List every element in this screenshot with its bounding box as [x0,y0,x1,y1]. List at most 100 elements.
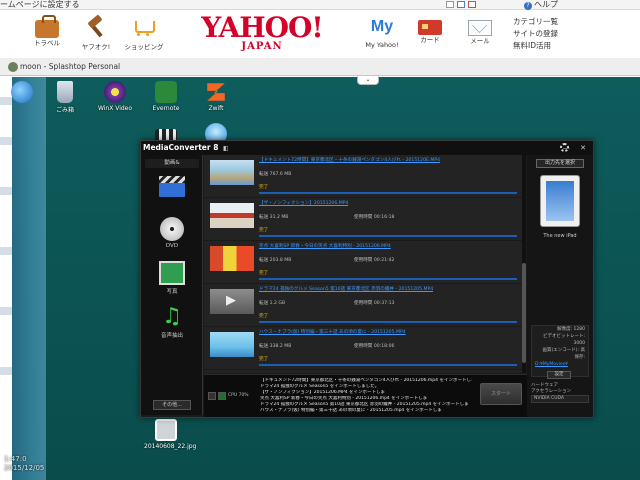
splashtop-titlebar: moon - Splashtop Personal ⌄ [0,58,640,85]
zwift-icon [207,83,225,101]
file-name-link[interactable]: 【ザ・ノンフィクション】20151206.MP4 [259,200,348,206]
category-list-link[interactable]: カテゴリ一覧 [513,16,558,28]
log-area: CPU 70% 【ドキュメント72時間】東京都北区・十条の銭湯ペンタゴン4人びれ… [204,374,527,417]
help-link[interactable]: ヘルプ [524,0,558,10]
service-shopping[interactable]: ショッピング [121,16,167,51]
mediaconverter-window: MediaConverter 8 ◧ — ✕ 動画& ビデオ DVD 写真 音声… [140,140,594,418]
mail-icon [468,20,492,36]
evernote-icon [155,81,177,103]
service-card[interactable]: カード [407,16,453,44]
progress-bar [259,321,517,323]
progress-bar [259,278,517,280]
nav-more-button[interactable]: その他... [153,400,191,410]
service-auction[interactable]: ヤフオク! [73,16,119,51]
settings-button[interactable]: 設定 [547,371,571,379]
nav-dvd[interactable]: DVD [145,217,199,257]
log-messages: 【ドキュメント72時間】東京都北区・十条の銭湯ペンタゴン4人びれ - 20151… [260,378,472,413]
desktop-icon-winx-video[interactable]: WinX Video [93,81,137,112]
log-controls: CPU 70% [208,391,252,403]
nav-photo[interactable]: 写真 [145,261,199,301]
progress-bar [259,364,517,366]
yahoo-side-links: カテゴリ一覧 サイトの登録 無料ID活用 [513,16,558,52]
video-thumbnail [210,289,254,314]
hardware-accel-label: ハードウェア アクセラレーション [531,383,572,394]
file-name-link[interactable]: 笑点 大喜利SP 新春・今日の笑点 大喜利特別 - 20151206.MP4 [259,243,391,249]
shopping-cart-icon [132,16,156,38]
file-name-link[interactable]: 【ドキュメント72時間】東京都北区・十条の銭湯ペンタゴン4人びれ - 20151… [259,157,440,163]
nav-audio[interactable]: 音声抽出 [145,305,199,345]
select-output-button[interactable]: 出力先を選択 [536,159,584,168]
video-thumbnail [210,160,254,185]
mediaconverter-title: MediaConverter 8 [143,143,219,152]
desktop-icon-zwift[interactable]: Zwift [194,81,238,112]
toolbar-toggle-button[interactable]: ⌄ [357,76,379,85]
desktop-icon-photo-file[interactable]: 20140608_22.jpg [144,419,196,450]
list-item[interactable]: ハウス・ナブラ(仮) 特別編・第三十話 あの頃の夏に - 20151205.MP… [204,327,522,370]
yahoo-japan-logo[interactable]: YAHOO! JAPAN [196,14,328,53]
service-travel[interactable]: トラベル [24,15,70,47]
scrollbar-handle[interactable] [522,263,526,363]
list-item[interactable]: 【ドキュメント72時間】東京都北区・十条の銭湯ペンタゴン4人びれ - 20151… [204,155,522,198]
site-register-link[interactable]: サイトの登録 [513,28,558,40]
dvd-disc-icon [160,217,184,241]
toolbar-mini-icons [446,1,476,8]
yahoo-header: トラベル ヤフオク! ショッピング YAHOO! JAPAN My My Yah… [0,10,640,58]
output-panel: 出力先を選択 The new iPad 解像度: 1280 ビデオビットレート:… [527,155,593,417]
desktop-icon-recycle-bin[interactable]: ごみ箱 [43,81,87,114]
gpu-select[interactable]: NVIDIA CUDA [531,395,589,403]
start-button[interactable] [0,81,44,105]
video-thumbnail [210,332,254,357]
my-yahoo-icon: My [370,18,394,35]
music-note-icon [159,305,185,329]
nav-header: 動画& [145,159,199,168]
output-settings: 解像度: 1280 ビデオビットレート: 3000 画質(エンコード): 高 保… [531,325,589,377]
free-id-link[interactable]: 無料ID活用 [513,40,558,52]
credit-card-icon [418,20,442,35]
winx-video-icon [104,81,126,103]
page-icon[interactable] [457,1,465,8]
mode-badge[interactable]: ◧ [223,142,229,156]
suitcase-icon [35,15,59,38]
status-done: 完了 [259,228,269,233]
download-icon[interactable] [218,392,226,400]
photo-file-icon [155,419,177,441]
blurred-browser-edge [0,77,12,480]
stop-icon[interactable] [208,392,216,400]
desktop-icon-evernote[interactable]: Evernote [144,81,188,112]
list-item[interactable]: 笑点 大喜利SP 新春・今日の笑点 大喜利特別 - 20151206.MP4 転… [204,241,522,284]
progress-bar [259,192,517,194]
ipad-device-icon[interactable] [540,175,580,227]
window-controls[interactable]: — ✕ [563,141,590,155]
output-folder-link[interactable]: D:¥MyMovies¥ [532,361,588,368]
video-thumbnail [210,203,254,228]
mediaconverter-nav: 動画& ビデオ DVD 写真 音声抽出 その他... [141,155,203,415]
video-clapper-icon [159,176,185,197]
nav-video[interactable]: ビデオ [145,173,199,213]
service-mail[interactable]: メール [457,16,503,45]
auction-hammer-icon [84,16,108,38]
taskbar-clock[interactable]: 1:47:0 2015/12/05 [4,455,44,473]
file-name-link[interactable]: ハウス・ナブラ(仮) 特別編・第三十話 あの頃の夏に - 20151205.MP… [259,329,406,335]
list-scrollbar[interactable] [522,155,526,373]
windows-orb-icon [11,81,33,103]
splashtop-app-icon [8,62,18,72]
remote-desktop: ごみ箱 WinX Video Evernote Zwift 20140608_2… [0,77,640,480]
list-item[interactable]: 【ザ・ノンフィクション】20151206.MP4 転送 31.2 MB 使用時間… [204,198,522,241]
status-done: 完了 [259,271,269,276]
alert-icon[interactable] [468,1,476,8]
mediaconverter-titlebar: MediaConverter 8 ◧ — ✕ [141,141,593,155]
file-name-link[interactable]: ドラマ24 孤独のグルメ Season5 第10話 東京都北区 赤羽の鰻丼 - … [259,286,433,292]
status-done: 完了 [259,185,269,190]
bookmark-icon[interactable] [446,1,454,8]
browser-toolbar: ームページに設定する ヘルプ [0,0,640,10]
recycle-bin-icon [57,81,73,103]
device-name: The new iPad [543,233,577,239]
start-convert-button[interactable]: スタート [480,383,522,405]
status-done: 完了 [259,314,269,319]
progress-bar [259,235,517,237]
photo-icon [159,261,185,285]
set-homepage-link[interactable]: ームページに設定する [0,0,80,10]
service-my-yahoo[interactable]: My My Yahoo! [359,16,405,49]
list-item[interactable]: ドラマ24 孤独のグルメ Season5 第10話 東京都北区 赤羽の鰻丼 - … [204,284,522,327]
status-done: 完了 [259,357,269,362]
